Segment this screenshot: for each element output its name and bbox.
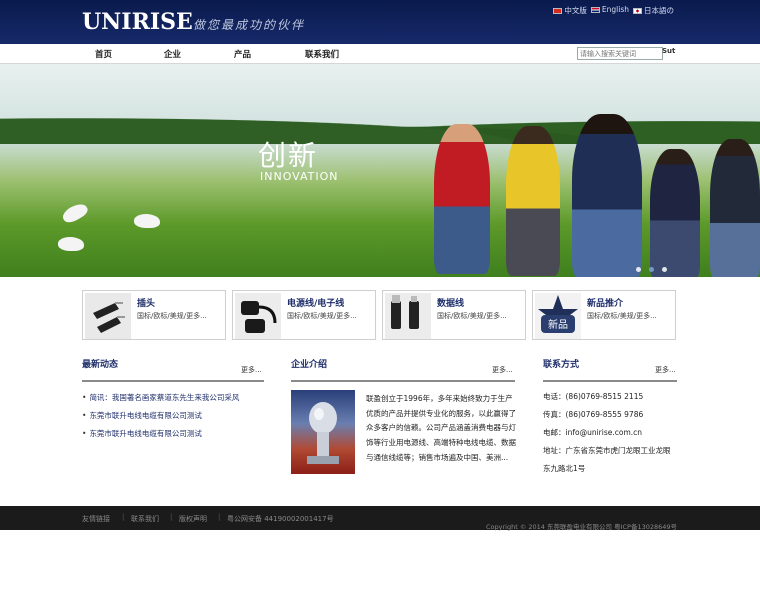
footer-beian[interactable]: 粤公网安备 44190002001417号: [227, 514, 334, 524]
slider-dot[interactable]: [662, 267, 667, 272]
contact-phone: 电话：(86)0769-8515 2115: [543, 392, 644, 401]
category-title: 电源线/电子线: [287, 299, 345, 309]
lang-chinese[interactable]: 中文版: [553, 5, 587, 16]
news-more-link[interactable]: 更多...: [241, 365, 262, 375]
main-nav: 首页 企业 产品 联系我们 Sut: [0, 44, 760, 64]
category-desc: 国标/欧标/美规/更多...: [437, 312, 507, 320]
news-title: 最新动态: [82, 360, 119, 370]
lang-japanese[interactable]: 日本語の: [633, 5, 674, 16]
power-cord-icon: [241, 301, 277, 333]
category-card-power-cord[interactable]: 电源线/电子线 国标/欧标/美规/更多...: [232, 290, 376, 340]
dove-image: [134, 214, 160, 228]
search-button[interactable]: Sut: [662, 47, 675, 55]
svg-text:新品: 新品: [548, 318, 568, 331]
plug-image: [85, 293, 131, 339]
tree-line: [0, 104, 760, 144]
nav-item-company[interactable]: 企业: [164, 48, 181, 60]
banner-title: 创新: [258, 139, 319, 172]
slogan: 做您最成功的伙伴: [193, 18, 306, 32]
category-card-new-products[interactable]: 新品 新品推介 国标/欧标/美规/更多...: [532, 290, 676, 340]
banner-subtitle: INNOVATION: [260, 170, 339, 183]
child-figure: [572, 114, 642, 277]
bullet-icon: •: [82, 429, 87, 438]
dove-image: [60, 200, 90, 226]
child-figure: [506, 126, 560, 276]
category-title: 数据线: [437, 299, 465, 309]
power-cord-image: [235, 293, 281, 339]
footer-separator: |: [218, 513, 221, 521]
news-item[interactable]: • 简讯：我国著名画家蔡道东先生来我公司采风: [82, 392, 239, 403]
nav-item-products[interactable]: 产品: [234, 48, 251, 60]
about-more-link[interactable]: 更多...: [492, 365, 513, 375]
category-title: 插头: [137, 299, 156, 309]
contact-more-link[interactable]: 更多...: [655, 365, 676, 375]
data-cable-image: [385, 293, 431, 339]
news-item[interactable]: • 东莞市联升电线电缆有限公司测试: [82, 428, 202, 439]
about-image: [291, 390, 355, 474]
site-header: UNIRISE 做您最成功的伙伴 中文版 English 日本語の: [0, 0, 760, 44]
usb-cable-icon: [391, 295, 419, 329]
nav-item-contact[interactable]: 联系我们: [305, 48, 339, 60]
copyright-text: Copyright © 2014 东莞联盈电业有限公司 粤ICP备1302864…: [486, 523, 678, 531]
news-item-text: 东莞市联升电线电缆有限公司测试: [89, 411, 202, 420]
category-title: 新品推介: [587, 299, 624, 309]
news-item-text: 东莞市联升电线电缆有限公司测试: [89, 429, 202, 438]
contact-email[interactable]: 电邮：info@unirise.com.cn: [543, 427, 642, 438]
japan-flag-icon: [633, 8, 642, 14]
bullet-icon: •: [82, 393, 87, 402]
contact-fax: 传真：(86)0769-8555 9786: [543, 410, 644, 419]
lang-japanese-label: 日本語の: [644, 6, 674, 15]
site-footer: 友情链接 | 联系我们 | 版权声明 | 粤公网安备 4419000200141…: [0, 506, 760, 531]
category-desc: 国标/欧标/美规/更多...: [137, 312, 207, 320]
slider-dots: [636, 267, 667, 272]
footer-link-copyright[interactable]: 版权声明: [179, 514, 207, 524]
child-figure: [710, 139, 760, 277]
nav-item-home[interactable]: 首页: [95, 48, 112, 60]
logo[interactable]: UNIRISE: [82, 9, 193, 35]
dove-image: [58, 237, 84, 251]
plug-icon: [93, 302, 125, 333]
about-text: 联盈创立于1996年，多年来始终致力于生产优质的产品并提供专业化的服务，以此赢得…: [366, 394, 516, 462]
trophy-figure-icon: [307, 402, 339, 464]
lang-chinese-label: 中文版: [564, 6, 587, 15]
child-figure: [434, 124, 490, 274]
category-desc: 国标/欧标/美规/更多...: [287, 312, 357, 320]
china-flag-icon: [553, 8, 563, 14]
slider-dot[interactable]: [636, 267, 641, 272]
slider-dot-active[interactable]: [649, 267, 654, 272]
divider: [291, 380, 515, 382]
news-item-text: 简讯：我国著名画家蔡道东先生来我公司采风: [89, 393, 240, 402]
contact-title: 联系方式: [543, 360, 580, 370]
footer-link-contact[interactable]: 联系我们: [131, 514, 159, 524]
category-card-plug[interactable]: 插头 国标/欧标/美规/更多...: [82, 290, 226, 340]
category-card-data-cable[interactable]: 数据线 国标/欧标/美规/更多...: [382, 290, 526, 340]
footer-separator: |: [122, 513, 125, 521]
contact-address: 地址：广东省东莞市虎门龙眼工业龙眼: [543, 446, 671, 455]
lang-english[interactable]: English: [590, 5, 629, 16]
language-switcher: 中文版 English 日本語の: [553, 5, 674, 16]
bullet-icon: •: [82, 411, 87, 420]
divider: [82, 380, 264, 382]
category-desc: 国标/欧标/美规/更多...: [587, 312, 657, 320]
search-input[interactable]: [577, 47, 663, 60]
news-item[interactable]: • 东莞市联升电线电缆有限公司测试: [82, 410, 202, 421]
footer-link-friends[interactable]: 友情链接: [82, 514, 110, 524]
lang-english-label: English: [601, 5, 629, 14]
contact-address-line2: 东九路北1号: [543, 464, 586, 473]
about-title: 企业介绍: [291, 360, 328, 370]
child-figure: [650, 149, 700, 277]
new-products-image: 新品: [535, 293, 581, 339]
divider: [543, 380, 677, 382]
star-badge-icon: 新品: [538, 295, 578, 333]
footer-separator: |: [170, 513, 173, 521]
hero-banner: 创新 INNOVATION: [0, 64, 760, 277]
uk-flag-icon: [590, 7, 600, 13]
